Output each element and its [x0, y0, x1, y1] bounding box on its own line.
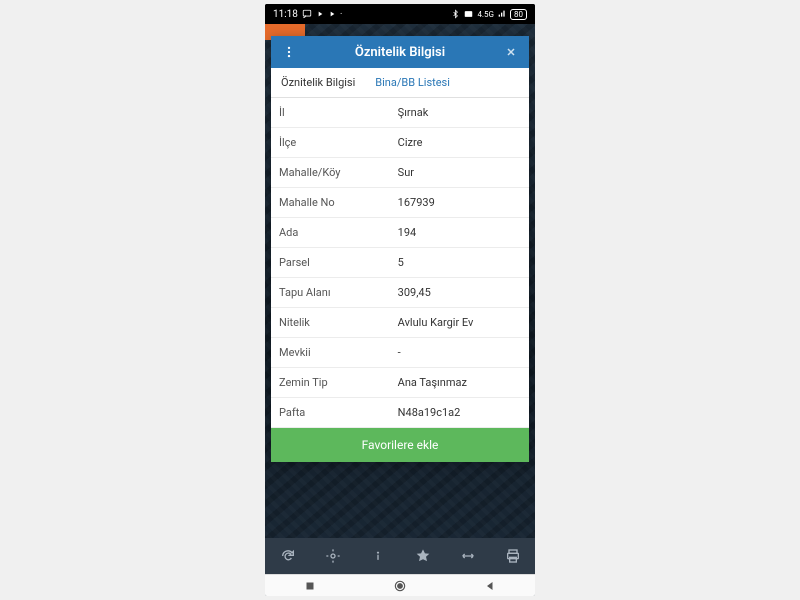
tab-label: Öznitelik Bilgisi [281, 76, 355, 89]
status-right: 4.5G 80 [451, 9, 527, 20]
row-value: 194 [390, 218, 529, 247]
play-icon [316, 10, 324, 18]
row-value: Şırnak [390, 98, 529, 127]
close-icon [505, 46, 517, 58]
table-row: Tapu Alanı309,45 [271, 278, 529, 308]
row-value: 309,45 [390, 278, 529, 307]
attribute-table: İlŞırnak İlçeCizre Mahalle/KöySur Mahall… [271, 98, 529, 428]
star-icon [415, 548, 431, 564]
row-value: Sur [390, 158, 529, 187]
modal-menu-button[interactable] [279, 42, 299, 62]
signal-bars-icon [497, 10, 507, 18]
row-key: Mahalle No [271, 188, 390, 217]
row-key: Parsel [271, 248, 390, 277]
tab-attribute-info[interactable]: Öznitelik Bilgisi [271, 68, 365, 97]
row-value: 5 [390, 248, 529, 277]
app-body: Öznitelik Bilgisi Öznitelik Bilgisi Bina… [265, 24, 535, 574]
status-left: 11:18 · [273, 9, 343, 20]
attribute-info-modal: Öznitelik Bilgisi Öznitelik Bilgisi Bina… [271, 36, 529, 462]
row-value: Ana Taşınmaz [390, 368, 529, 397]
row-value: 167939 [390, 188, 529, 217]
row-key: Nitelik [271, 308, 390, 337]
row-key: Zemin Tip [271, 368, 390, 397]
table-row: İlŞırnak [271, 98, 529, 128]
row-value: Cizre [390, 128, 529, 157]
row-key: Pafta [271, 398, 390, 427]
add-to-favorites-button[interactable]: Favorilere ekle [271, 428, 529, 462]
modal-header: Öznitelik Bilgisi [271, 36, 529, 68]
status-time: 11:18 [273, 9, 298, 20]
play-icon [328, 10, 336, 18]
toolbar-print[interactable] [499, 542, 527, 570]
table-row: NitelikAvlulu Kargir Ev [271, 308, 529, 338]
map-toolbar [265, 538, 535, 574]
print-icon [505, 548, 521, 564]
favorite-label: Favorilere ekle [362, 438, 439, 452]
table-row: Parsel5 [271, 248, 529, 278]
toolbar-info[interactable] [364, 542, 392, 570]
row-value: - [390, 338, 529, 367]
row-key: Ada [271, 218, 390, 247]
cast-icon [302, 9, 312, 19]
modal-title: Öznitelik Bilgisi [299, 45, 501, 60]
nav-back[interactable] [477, 577, 503, 595]
info-icon [370, 548, 386, 564]
toolbar-measure[interactable] [454, 542, 482, 570]
triangle-left-icon [484, 580, 496, 592]
battery-icon: 80 [510, 9, 527, 20]
modal-close-button[interactable] [501, 42, 521, 62]
kebab-icon [282, 45, 296, 59]
row-key: Mevkii [271, 338, 390, 367]
tab-building-list[interactable]: Bina/BB Listesi [365, 68, 460, 97]
row-key: Tapu Alanı [271, 278, 390, 307]
status-bar: 11:18 · 4.5G 80 [265, 4, 535, 24]
table-row: İlçeCizre [271, 128, 529, 158]
table-row: PaftaN48a19c1a2 [271, 398, 529, 428]
table-row: Mahalle/KöySur [271, 158, 529, 188]
phone-frame: 11:18 · 4.5G 80 Öznitelik Bilgisi [265, 4, 535, 596]
circle-icon [393, 579, 407, 593]
system-nav-bar [265, 574, 535, 596]
table-row: Ada194 [271, 218, 529, 248]
modal-tabs: Öznitelik Bilgisi Bina/BB Listesi [271, 68, 529, 98]
row-key: İl [271, 98, 390, 127]
table-row: Mevkii- [271, 338, 529, 368]
row-value: N48a19c1a2 [390, 398, 529, 427]
signal-4g-icon: 4.5G [477, 10, 494, 19]
toolbar-locate[interactable] [319, 542, 347, 570]
tab-label: Bina/BB Listesi [375, 76, 450, 89]
refresh-icon [280, 548, 296, 564]
toolbar-refresh[interactable] [274, 542, 302, 570]
nav-home[interactable] [387, 577, 413, 595]
measure-icon [459, 548, 477, 564]
nav-recent[interactable] [297, 577, 323, 595]
row-key: Mahalle/Köy [271, 158, 390, 187]
square-icon [304, 580, 316, 592]
bluetooth-icon [451, 9, 460, 19]
status-more: · [340, 9, 343, 20]
table-row: Mahalle No167939 [271, 188, 529, 218]
row-key: İlçe [271, 128, 390, 157]
mail-icon [463, 9, 474, 19]
row-value: Avlulu Kargir Ev [390, 308, 529, 337]
locate-icon [325, 548, 341, 564]
table-row: Zemin TipAna Taşınmaz [271, 368, 529, 398]
toolbar-favorite[interactable] [409, 542, 437, 570]
